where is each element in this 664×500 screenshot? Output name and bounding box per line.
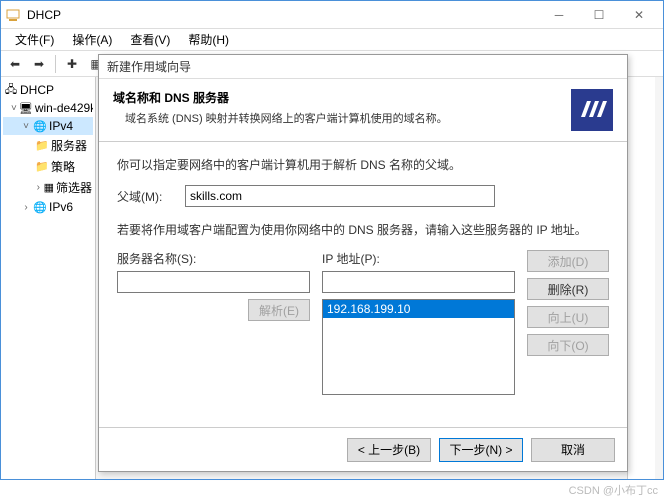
wizard-header-icon bbox=[571, 89, 613, 131]
close-button[interactable]: ✕ bbox=[619, 1, 659, 29]
main-title: DHCP bbox=[27, 8, 539, 22]
filter-icon: ▦ bbox=[44, 181, 54, 195]
wizard-header-title: 域名称和 DNS 服务器 bbox=[113, 89, 571, 106]
tree-child-1[interactable]: 📁 策略 bbox=[3, 156, 93, 177]
tree-root[interactable]: 🖧 DHCP bbox=[3, 81, 93, 99]
tree-server-label: win-de429kv bbox=[35, 101, 93, 115]
menu-help[interactable]: 帮助(H) bbox=[180, 29, 237, 50]
minimize-button[interactable]: ─ bbox=[539, 1, 579, 29]
tree-child-0[interactable]: 📁 服务器 bbox=[3, 135, 93, 156]
wizard-mid-text: 若要将作用域客户端配置为使用你网络中的 DNS 服务器，请输入这些服务器的 IP… bbox=[117, 221, 609, 238]
tree-ipv6[interactable]: › 🌐 IPv6 bbox=[3, 198, 93, 216]
menubar: 文件(F) 操作(A) 查看(V) 帮助(H) bbox=[1, 29, 663, 51]
ip-list-item[interactable]: 192.168.199.10 bbox=[323, 300, 514, 318]
parent-domain-input[interactable] bbox=[185, 185, 495, 207]
cancel-button[interactable]: 取消 bbox=[531, 438, 615, 462]
next-button[interactable]: 下一步(N) > bbox=[439, 438, 523, 462]
tree-ipv6-label: IPv6 bbox=[49, 200, 73, 214]
add-icon[interactable]: ✚ bbox=[62, 54, 82, 74]
remove-button[interactable]: 删除(R) bbox=[527, 278, 609, 300]
tree-child-2[interactable]: › ▦ 筛选器 bbox=[3, 177, 93, 198]
folder-icon: 📁 bbox=[35, 139, 49, 153]
tree-child-0-label: 服务器 bbox=[51, 137, 87, 154]
wizard-body: 你可以指定要网络中的客户端计算机用于解析 DNS 名称的父域。 父域(M): 若… bbox=[99, 142, 627, 405]
actions-pane bbox=[627, 77, 655, 479]
forward-icon[interactable]: ➡ bbox=[29, 54, 49, 74]
wizard-header-sub: 域名系统 (DNS) 映射并转换网络上的客户端计算机使用的域名称。 bbox=[113, 110, 571, 126]
main-titlebar: DHCP ─ ☐ ✕ bbox=[1, 1, 663, 29]
server-name-label: 服务器名称(S): bbox=[117, 250, 310, 267]
app-icon bbox=[5, 7, 21, 23]
down-button[interactable]: 向下(O) bbox=[527, 334, 609, 356]
server-icon: 🖥 bbox=[19, 101, 33, 115]
tree-server[interactable]: ˅ 🖥 win-de429kv bbox=[3, 99, 93, 117]
collapse-icon[interactable]: ˅ bbox=[11, 103, 17, 114]
tree-view[interactable]: 🖧 DHCP ˅ 🖥 win-de429kv ˅ 🌐 IPv4 📁 服务器 📁 … bbox=[1, 77, 96, 479]
menu-file[interactable]: 文件(F) bbox=[7, 29, 62, 50]
add-button[interactable]: 添加(D) bbox=[527, 250, 609, 272]
watermark: CSDN @小布丁cc bbox=[569, 482, 658, 498]
ipv6-icon: 🌐 bbox=[33, 200, 47, 214]
tree-ipv4-label: IPv4 bbox=[49, 119, 73, 133]
tree-root-label: DHCP bbox=[20, 83, 54, 97]
up-button[interactable]: 向上(U) bbox=[527, 306, 609, 328]
menu-action[interactable]: 操作(A) bbox=[64, 29, 120, 50]
ip-address-label: IP 地址(P): bbox=[322, 250, 515, 267]
wizard-footer: < 上一步(B) 下一步(N) > 取消 bbox=[99, 427, 627, 471]
wizard-intro: 你可以指定要网络中的客户端计算机用于解析 DNS 名称的父域。 bbox=[117, 156, 609, 173]
expand-icon[interactable]: › bbox=[21, 202, 31, 213]
resolve-button[interactable]: 解析(E) bbox=[248, 299, 310, 321]
ip-address-input[interactable] bbox=[322, 271, 515, 293]
tree-ipv4[interactable]: ˅ 🌐 IPv4 bbox=[3, 117, 93, 135]
wizard-dialog: 新建作用域向导 域名称和 DNS 服务器 域名系统 (DNS) 映射并转换网络上… bbox=[98, 54, 628, 472]
parent-domain-label: 父域(M): bbox=[117, 188, 185, 205]
dhcp-icon: 🖧 bbox=[4, 83, 18, 97]
folder-icon: 📁 bbox=[35, 160, 49, 174]
collapse-icon[interactable]: ˅ bbox=[21, 121, 31, 132]
expand-icon[interactable]: › bbox=[35, 182, 42, 193]
wizard-title: 新建作用域向导 bbox=[107, 58, 191, 75]
ip-listbox[interactable]: 192.168.199.10 bbox=[322, 299, 515, 395]
back-icon[interactable]: ⬅ bbox=[5, 54, 25, 74]
menu-view[interactable]: 查看(V) bbox=[122, 29, 178, 50]
ipv4-icon: 🌐 bbox=[33, 119, 47, 133]
maximize-button[interactable]: ☐ bbox=[579, 1, 619, 29]
wizard-header: 域名称和 DNS 服务器 域名系统 (DNS) 映射并转换网络上的客户端计算机使… bbox=[99, 79, 627, 142]
wizard-titlebar[interactable]: 新建作用域向导 bbox=[99, 55, 627, 79]
back-button[interactable]: < 上一步(B) bbox=[347, 438, 431, 462]
tree-child-1-label: 策略 bbox=[51, 158, 75, 175]
tree-child-2-label: 筛选器 bbox=[56, 179, 92, 196]
server-name-input[interactable] bbox=[117, 271, 310, 293]
